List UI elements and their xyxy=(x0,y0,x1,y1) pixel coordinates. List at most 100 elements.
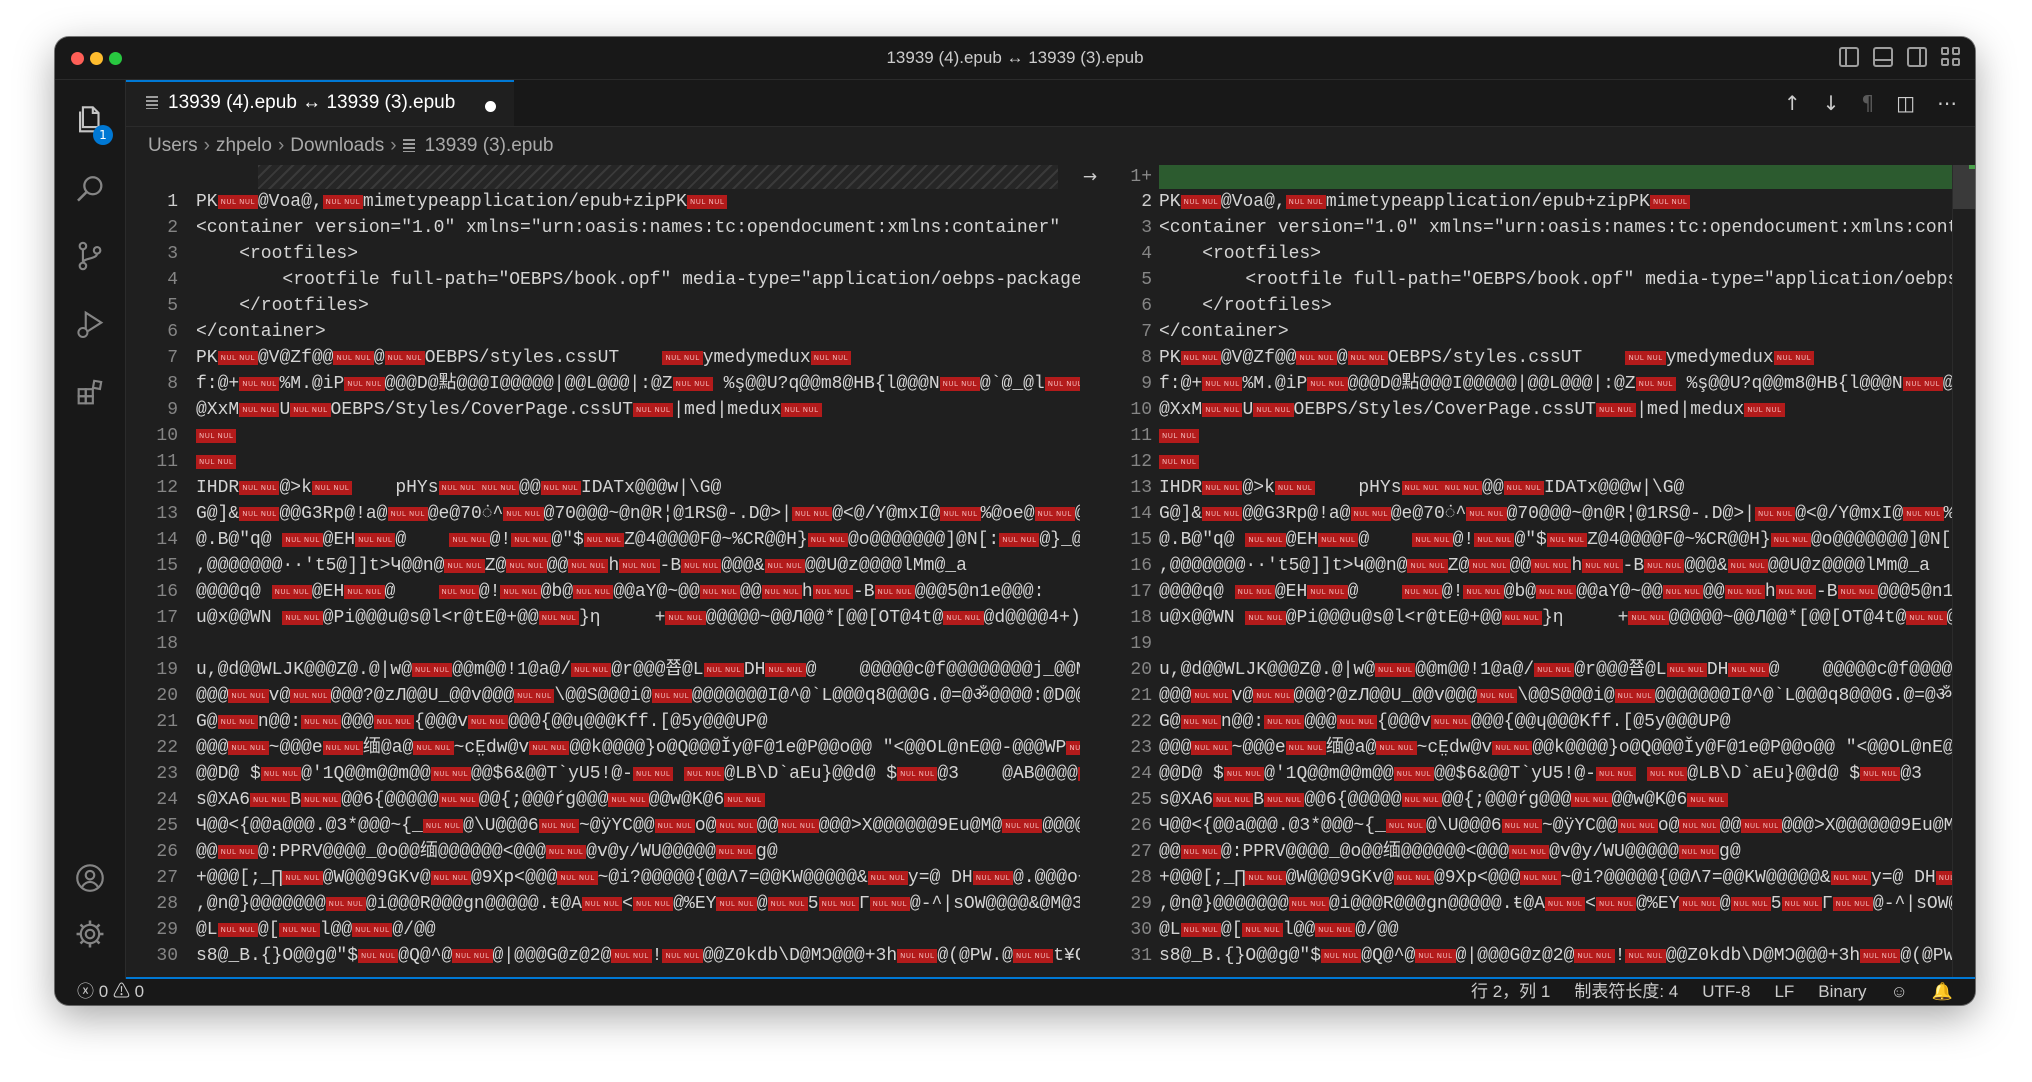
code-line[interactable]: 27 @@ NUL NUL @:PPRV@@@@_@o@@缅@@@@@@<@@@ NUL… xyxy=(1100,839,1975,865)
code-line[interactable]: 14 G@]& NUL NUL @@G3Rp@!a@ NUL NUL @e@70ं^ NUL… xyxy=(1100,501,1975,527)
code-line[interactable]: 13 G@]& NUL NUL @@G3Rp@!a@ NUL NUL @e@70ं^ NUL… xyxy=(126,501,1080,527)
code-line[interactable]: 26 @@ NUL NUL @:PPRV@@@@_@o@@缅@@@@@@<@@@ NUL… xyxy=(126,839,1080,865)
code-line[interactable]: 15 ,@@@@@@@··'t5@]]t>Կ@@n@ NUL NUL Z@ NUL NU… xyxy=(126,553,1080,579)
scrollbar-thumb[interactable] xyxy=(1953,165,1975,209)
more-actions-icon[interactable]: ⋯ xyxy=(1937,91,1957,115)
end-of-line[interactable]: LF xyxy=(1774,979,1794,1005)
arrow-down-icon[interactable]: ↓ xyxy=(1823,91,1840,115)
run-debug-button[interactable] xyxy=(55,296,125,352)
window-title: 13939 (4).epub ↔ 13939 (3).epub xyxy=(886,48,1144,67)
search-button[interactable] xyxy=(55,162,125,218)
code-line[interactable]: 16 @@@@q@ NUL NUL @EH NUL NUL @ NUL NUL @! NUL… xyxy=(126,579,1080,605)
breadcrumb-item[interactable]: Users xyxy=(148,135,198,156)
code-line[interactable]: 30 @L NUL NUL @[NUL NUL l@@ NUL NUL @/@@ xyxy=(1100,917,1975,943)
code-line[interactable]: 6 </rootfiles> xyxy=(1100,293,1975,319)
diff-original-pane[interactable]: 1 PK NUL NUL @Voa@, NUL NUL mimetypeapplicati… xyxy=(126,165,1080,977)
code-line[interactable]: 16 ,@@@@@@@··'t5@]]t>Կ@@n@ NUL NUL Z@ NUL NU… xyxy=(1100,553,1975,579)
line-text: @XxM NUL NUL U NUL NUL OEBPS/Styles/CoverPag… xyxy=(1159,397,1785,423)
code-line[interactable]: 18 xyxy=(126,631,1080,657)
code-line[interactable]: 7 </container> xyxy=(1100,319,1975,345)
code-line[interactable]: 21 G@ NUL NUL n@@: NUL NUL @@@ NUL NUL {@@@v NUL… xyxy=(126,709,1080,735)
feedback-icon[interactable]: ☺ xyxy=(1890,979,1907,1005)
split-editor-icon[interactable]: ◫ xyxy=(1896,91,1915,115)
code-line[interactable]: 23 @@@ NUL NUL ~@@@e NUL NUL 缅@a@ NUL NUL ~cE̤d… xyxy=(1100,735,1975,761)
breadcrumb-item[interactable]: 13939 (3).epub xyxy=(425,135,554,156)
code-line[interactable]: 4 <rootfile full-path="OEBPS/book.opf" m… xyxy=(126,267,1080,293)
line-number: 23 xyxy=(1130,738,1152,758)
code-line[interactable]: 9 @XxM NUL NUL U NUL NUL OEBPS/Styles/CoverPa… xyxy=(126,397,1080,423)
code-line[interactable]: 9 f:@+ NUL NUL %M.@iP NUL NUL @@@D@點@@@I@@@@@… xyxy=(1100,371,1975,397)
language-mode[interactable]: Binary xyxy=(1818,979,1866,1005)
control-char-box: NUL NUL xyxy=(1531,559,1572,573)
code-line[interactable]: 5 </rootfiles> xyxy=(126,293,1080,319)
code-line[interactable]: 10 NUL NUL xyxy=(126,423,1080,449)
code-line[interactable]: 2 PK NUL NUL @Voa@, NUL NUL mimetypeapplicati… xyxy=(1100,189,1975,215)
code-line[interactable]: 17 @@@@q@ NUL NUL @EH NUL NUL @ NUL NUL @! NUL… xyxy=(1100,579,1975,605)
code-line[interactable]: 4 <rootfiles> xyxy=(1100,241,1975,267)
manage-button[interactable] xyxy=(55,906,125,962)
arrow-up-icon[interactable]: ↑ xyxy=(1784,91,1801,115)
diff-modified-pane[interactable]: 1+ 2 PK NUL NUL @Voa@, NUL NUL mimetypeapplic… xyxy=(1100,165,1975,977)
code-line[interactable]: 27 +@@@[;_∏ NUL NUL @W@@@9GKv@ NUL NUL @9Xp<@… xyxy=(126,865,1080,891)
encoding[interactable]: UTF-8 xyxy=(1702,979,1750,1005)
code-line[interactable]: 25 s@XA6 NUL NUL B NUL NUL @@6{@@@@@ NUL NUL @@… xyxy=(1100,787,1975,813)
line-number: 2 xyxy=(1141,192,1152,212)
code-line[interactable]: 25 Ч@@<{@@a@@@.@3*@@@~{_ NUL NUL @\U@@@6 NUL… xyxy=(126,813,1080,839)
explorer-button[interactable]: 1 xyxy=(55,92,125,148)
problems-indicator[interactable]: ⓧ 0 ⚠ 0 xyxy=(77,979,144,1005)
code-line[interactable]: 22 @@@ NUL NUL ~@@@e NUL NUL 缅@a@ NUL NUL ~cE̤d… xyxy=(126,735,1080,761)
code-line[interactable]: 8 f:@+ NUL NUL %M.@iP NUL NUL @@@D@點@@@I@@@@@… xyxy=(126,371,1080,397)
code-line[interactable]: 24 s@XA6 NUL NUL B NUL NUL @@6{@@@@@ NUL NUL @@… xyxy=(126,787,1080,813)
code-line[interactable]: 10 @XxM NUL NUL U NUL NUL OEBPS/Styles/CoverP… xyxy=(1100,397,1975,423)
code-line[interactable]: 13 IHDR NUL NUL @>k NUL NUL pHYs NUL NUL NUL N… xyxy=(1100,475,1975,501)
revert-arrow-icon[interactable]: → xyxy=(1080,165,1100,977)
toggle-secondary-sidebar-icon[interactable] xyxy=(1907,47,1927,67)
code-line[interactable]: 14 @.B@"q@ NUL NUL @EH NUL NUL @ NUL NUL @! NU… xyxy=(126,527,1080,553)
code-line[interactable]: 21 @@@ NUL NUL v@ NUL NUL @@@?@zЛ@@U_@@v@@@ NU… xyxy=(1100,683,1975,709)
code-line[interactable]: 29 @L NUL NUL @[NUL NUL l@@ NUL NUL @/@@ xyxy=(126,917,1080,943)
toggle-primary-sidebar-icon[interactable] xyxy=(1839,47,1859,67)
breadcrumb-item[interactable]: zhpelo xyxy=(216,135,272,156)
code-line[interactable]: 29 ,@n@}@@@@@@@ NUL NUL @i@@@R@@@gn@@@@@.ŧ@… xyxy=(1100,891,1975,917)
tab-size[interactable]: 制表符长度: 4 xyxy=(1574,979,1678,1005)
code-line[interactable]: 23 @@D@ $ NUL NUL @'1Q@@m@@m@@ NUL NUL @@$6&@… xyxy=(126,761,1080,787)
code-line[interactable]: 12 NUL NUL xyxy=(1100,449,1975,475)
source-control-button[interactable] xyxy=(55,228,125,284)
code-line[interactable]: 1 PK NUL NUL @Voa@, NUL NUL mimetypeapplicati… xyxy=(126,189,1080,215)
pilcrow-icon[interactable]: ¶ xyxy=(1861,91,1874,115)
code-line[interactable]: 31 s8@_B.{}O@@g@"$ NUL NUL @Q@^@ NUL NUL @|@@… xyxy=(1100,943,1975,969)
cursor-position[interactable]: 行 2，列 1 xyxy=(1471,979,1550,1005)
code-line[interactable]: 18 u@x@@WN NUL NUL @Pi@@@u@s@l<r@tE@+@@ NUL… xyxy=(1100,605,1975,631)
code-line[interactable]: 17 u@x@@WN NUL NUL @Pi@@@u@s@l<r@tE@+@@ NUL… xyxy=(126,605,1080,631)
customize-layout-icon[interactable] xyxy=(1941,47,1961,67)
code-line[interactable]: 28 +@@@[;_∏ NUL NUL @W@@@9GKv@ NUL NUL @9Xp<@… xyxy=(1100,865,1975,891)
code-line[interactable]: 11 NUL NUL xyxy=(126,449,1080,475)
code-line[interactable]: 7 PK NUL NUL @V@Zf@@ NUL NUL @ NUL NUL OEBPS/st… xyxy=(126,345,1080,371)
code-line[interactable]: 19 u,@d@@WLJK@@@Z@.@|w@ NUL NUL @@m@@!1@a@/… xyxy=(126,657,1080,683)
code-line[interactable]: 8 PK NUL NUL @V@Zf@@ NUL NUL @ NUL NUL OEBPS/st… xyxy=(1100,345,1975,371)
toggle-panel-icon[interactable] xyxy=(1873,47,1893,67)
code-line[interactable]: 28 ,@n@}@@@@@@@ NUL NUL @i@@@R@@@gn@@@@@.ŧ@… xyxy=(126,891,1080,917)
code-line[interactable]: 5 <rootfile full-path="OEBPS/book.opf" m… xyxy=(1100,267,1975,293)
code-line[interactable]: 22 G@ NUL NUL n@@: NUL NUL @@@ NUL NUL {@@@v NUL… xyxy=(1100,709,1975,735)
code-line[interactable]: 12 IHDR NUL NUL @>k NUL NUL pHYs NUL NUL NUL N… xyxy=(126,475,1080,501)
code-line[interactable]: 6 </container> xyxy=(126,319,1080,345)
code-line[interactable]: 30 s8@_B.{}O@@g@"$ NUL NUL @Q@^@ NUL NUL @|@@… xyxy=(126,943,1080,969)
code-line[interactable]: 2 <container version="1.0" xmlns="urn:oas… xyxy=(126,215,1080,241)
vertical-scrollbar[interactable] xyxy=(1952,165,1975,977)
code-line[interactable]: 20 @@@ NUL NUL v@ NUL NUL @@@?@zЛ@@U_@@v@@@ NU… xyxy=(126,683,1080,709)
breadcrumb-item[interactable]: Downloads xyxy=(290,135,384,156)
extensions-button[interactable] xyxy=(55,364,125,420)
bell-icon[interactable]: 🔔 xyxy=(1932,979,1953,1005)
unsaved-dot-icon[interactable] xyxy=(485,101,496,112)
code-line[interactable]: 24 @@D@ $ NUL NUL @'1Q@@m@@m@@ NUL NUL @@$6&@… xyxy=(1100,761,1975,787)
code-line[interactable]: 26 Ч@@<{@@a@@@.@3*@@@~{_ NUL NUL @\U@@@6 NUL… xyxy=(1100,813,1975,839)
accounts-button[interactable] xyxy=(55,850,125,906)
code-line[interactable]: 11 NUL NUL xyxy=(1100,423,1975,449)
tab-diff-editor[interactable]: 13939 (4).epub ↔ 13939 (3).epub xyxy=(126,80,514,126)
code-line[interactable]: 20 u,@d@@WLJK@@@Z@.@|w@ NUL NUL @@m@@!1@a@/… xyxy=(1100,657,1975,683)
code-line[interactable]: 3 <container version="1.0" xmlns="urn:oas… xyxy=(1100,215,1975,241)
code-line[interactable]: 19 xyxy=(1100,631,1975,657)
code-line[interactable]: 3 <rootfiles> xyxy=(126,241,1080,267)
code-line[interactable]: 15 @.B@"q@ NUL NUL @EH NUL NUL @ NUL NUL @! NU… xyxy=(1100,527,1975,553)
